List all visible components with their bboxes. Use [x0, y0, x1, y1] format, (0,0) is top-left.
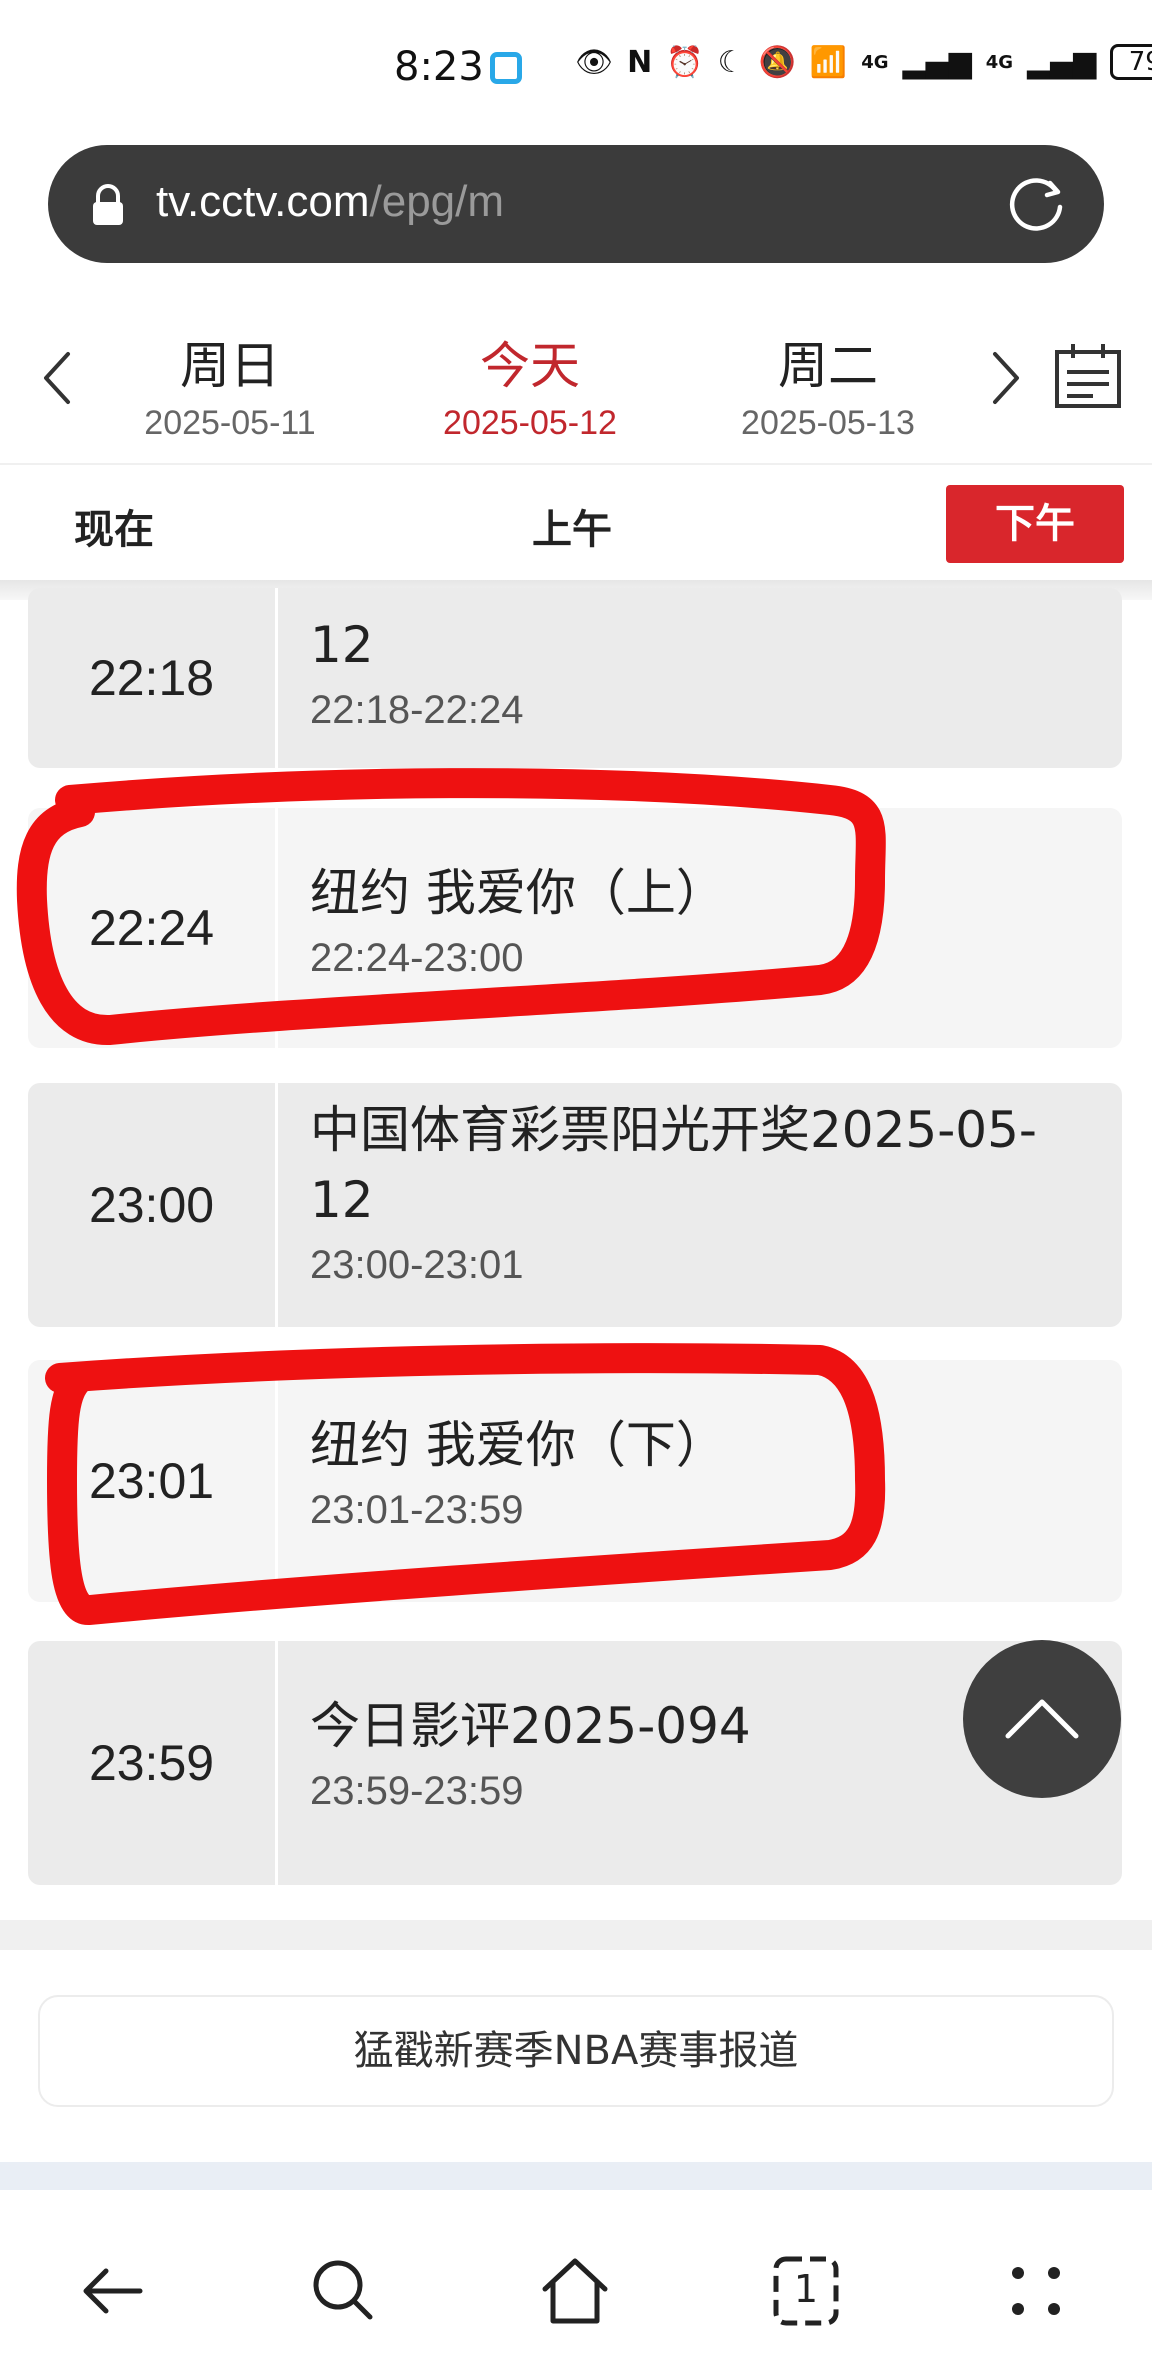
menu-icon[interactable] — [996, 2251, 1076, 2331]
day-date: 2025-05-12 — [443, 404, 617, 442]
url-host: tv.cctv.com — [156, 177, 370, 226]
program-info: 纽约 我爱你（下） 23:01-23:59 — [278, 1360, 1122, 1602]
url-path: /epg/m — [369, 177, 505, 226]
day-sunday[interactable]: 周日 2025-05-11 — [100, 326, 360, 443]
day-name: 周日 — [180, 337, 280, 395]
program-title: 纽约 我爱你（上） — [310, 864, 726, 922]
signal-icon: ▂▄▆ — [1027, 44, 1097, 80]
back-arrow-icon[interactable] — [76, 2251, 156, 2331]
period-tabs: 现在 上午 下午 — [0, 465, 1152, 580]
program-title: 纽约 我爱你（下） — [310, 1416, 726, 1474]
address-bar[interactable]: tv.cctv.com/epg/m — [48, 145, 1104, 263]
calendar-icon[interactable] — [1053, 340, 1123, 410]
program-row[interactable]: 22:24 纽约 我爱你（上） 22:24-23:00 — [28, 808, 1122, 1048]
program-time-range: 23:59-23:59 — [310, 1769, 524, 1813]
reload-icon[interactable] — [1006, 173, 1068, 235]
chevron-up-icon — [1005, 1699, 1079, 1739]
program-title: 中国体育彩票阳光开奖2025-05-12 — [310, 1101, 1037, 1229]
url-text[interactable]: tv.cctv.com/epg/m — [156, 177, 504, 227]
search-icon[interactable] — [304, 2251, 384, 2331]
day-tuesday[interactable]: 周二 2025-05-13 — [698, 326, 958, 443]
program-info: 中国体育彩票阳光开奖2025-05-12 23:00-23:01 — [278, 1083, 1122, 1327]
tab-now[interactable]: 现在 — [74, 497, 154, 555]
nfc-icon: N — [627, 44, 653, 80]
day-date: 2025-05-11 — [144, 404, 316, 442]
alarm-icon: ⏰ — [666, 44, 704, 80]
program-row[interactable]: 23:59 今日影评2025-094 23:59-23:59 — [28, 1641, 1122, 1885]
eye-icon: 👁 — [575, 44, 614, 80]
tab-morning[interactable]: 上午 — [532, 497, 612, 555]
mute-icon: 🔕 — [758, 44, 796, 80]
battery-icon: 79 — [1110, 44, 1152, 80]
program-time-range: 23:01-23:59 — [310, 1488, 524, 1532]
date-navigation: 周日 2025-05-11 今天 2025-05-12 周二 2025-05-1… — [0, 300, 1152, 465]
status-time: 8:23 — [394, 44, 484, 90]
network-label-1: 4G — [861, 51, 889, 73]
tab-afternoon[interactable]: 下午 — [946, 485, 1124, 563]
chevron-left-icon[interactable] — [38, 348, 78, 408]
moon-icon: ☾ — [717, 44, 745, 80]
program-time: 23:01 — [28, 1360, 278, 1602]
browser-toolbar: 1 — [0, 2205, 1152, 2376]
program-time: 23:00 — [28, 1083, 278, 1327]
program-row[interactable]: 23:01 纽约 我爱你（下） 23:01-23:59 — [28, 1360, 1122, 1602]
promo-banner[interactable]: 猛戳新赛季NBA赛事报道 — [38, 1995, 1114, 2107]
status-bar: 8:23 👁 N ⏰ ☾ 🔕 📶 4G ▂▄▆ 4G ▂▄▆ 79 — [0, 0, 1152, 135]
home-icon[interactable] — [535, 2251, 615, 2331]
program-title: 12 — [310, 616, 374, 674]
program-time: 23:59 — [28, 1641, 278, 1885]
day-name: 周二 — [778, 337, 878, 395]
lock-icon — [93, 184, 123, 225]
program-time: 22:24 — [28, 808, 278, 1048]
status-icons: 👁 N ⏰ ☾ 🔕 📶 4G ▂▄▆ 4G ▂▄▆ 79 — [575, 44, 1152, 80]
app-notification-icon — [490, 52, 522, 84]
program-info: 12 22:18-22:24 — [278, 588, 1122, 768]
wifi-icon: 📶 — [809, 44, 848, 80]
tab-count: 1 — [793, 2267, 819, 2311]
chevron-right-icon[interactable] — [985, 348, 1025, 408]
scroll-to-top-button[interactable] — [963, 1640, 1121, 1798]
network-label-2: 4G — [985, 51, 1014, 73]
day-name: 今天 — [480, 337, 580, 395]
program-time-range: 22:24-23:00 — [310, 936, 524, 980]
section-divider — [0, 2162, 1152, 2190]
program-time-range: 23:00-23:01 — [310, 1243, 524, 1287]
program-time-range: 22:18-22:24 — [310, 688, 524, 732]
program-row[interactable]: 23:00 中国体育彩票阳光开奖2025-05-12 23:00-23:01 — [28, 1083, 1122, 1327]
section-divider — [0, 1920, 1152, 1950]
day-date: 2025-05-13 — [741, 404, 915, 442]
program-info: 纽约 我爱你（上） 22:24-23:00 — [278, 808, 1122, 1048]
program-row[interactable]: 22:18 12 22:18-22:24 — [28, 588, 1122, 768]
tabs-button[interactable]: 1 — [766, 2251, 846, 2331]
day-today[interactable]: 今天 2025-05-12 — [400, 326, 660, 443]
program-time: 22:18 — [28, 588, 278, 768]
signal-icon: ▂▄▆ — [902, 44, 972, 80]
